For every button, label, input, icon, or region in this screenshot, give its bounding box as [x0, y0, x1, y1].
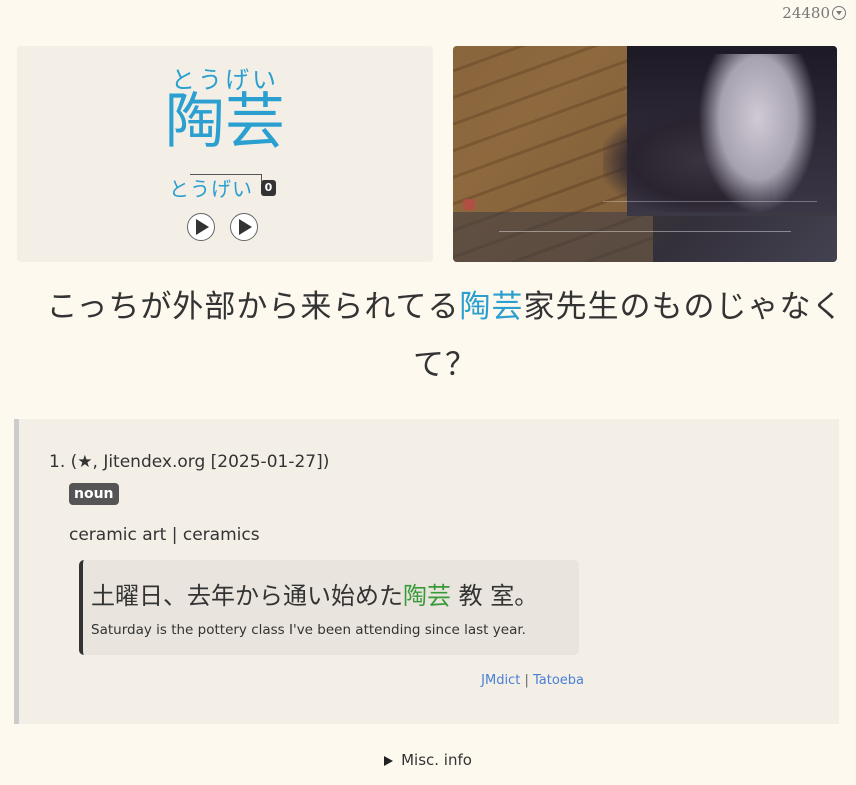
pitch-number-badge: 0 — [261, 179, 276, 196]
screenshot-character-hair — [698, 54, 818, 214]
play-audio-button-2[interactable] — [230, 213, 258, 241]
example-english: Saturday is the pottery class I've been … — [91, 622, 526, 638]
card-id: 24480 — [782, 4, 830, 22]
part-of-speech-tag: noun — [69, 483, 119, 505]
sentence: こっちが外部から来られてる陶芸家先生のものじゃなくて？ — [46, 289, 844, 383]
pitch-accent: とうげい 0 — [169, 173, 276, 202]
gloss-text: ceramic art | ceramics — [69, 525, 260, 545]
example-japanese: 土曜日、去年から通い始めた陶芸 教 室。 — [91, 582, 539, 610]
example-sentence: 土曜日、去年から通い始めた陶芸 教 室。 Saturday is the pot… — [79, 560, 579, 655]
glossary-panel: 1. (★, Jitendex.org [2025-01-27]) noun c… — [14, 419, 839, 724]
jmdict-link[interactable]: JMdict — [481, 673, 520, 688]
word-panel: とうげい 陶芸 とうげい 0 — [17, 46, 433, 262]
pitch-reading: とうげい — [169, 173, 262, 202]
tatoeba-link[interactable]: Tatoeba — [533, 673, 584, 688]
misc-info-toggle[interactable]: Misc. info — [0, 751, 856, 769]
screenshot-name-plate: ​ — [463, 199, 475, 210]
pitch-overline — [190, 174, 262, 175]
play-audio-button-1[interactable] — [187, 213, 215, 241]
audio-controls — [187, 213, 258, 241]
dictionary-source: (★, Jitendex.org [2025-01-27]) — [70, 452, 330, 472]
example-target-word: 陶芸 — [403, 582, 451, 610]
screenshot-dialog-box — [453, 212, 837, 262]
definition-header: 1. (★, Jitendex.org [2025-01-27]) — [49, 452, 330, 472]
sources: JMdict | Tatoeba — [481, 673, 584, 688]
top-bar: 24480 — [782, 4, 846, 22]
expression: 陶芸 — [165, 87, 285, 157]
chevron-down-circle-icon[interactable] — [832, 6, 846, 20]
pitch-drop — [261, 174, 262, 184]
screenshot-toolbar — [603, 201, 817, 210]
disclosure-triangle-icon — [384, 755, 394, 766]
sentence-target-word: 陶芸 — [459, 289, 524, 325]
screenshot-dialog-line — [499, 231, 791, 232]
game-screenshot-image: ​ — [453, 46, 837, 262]
